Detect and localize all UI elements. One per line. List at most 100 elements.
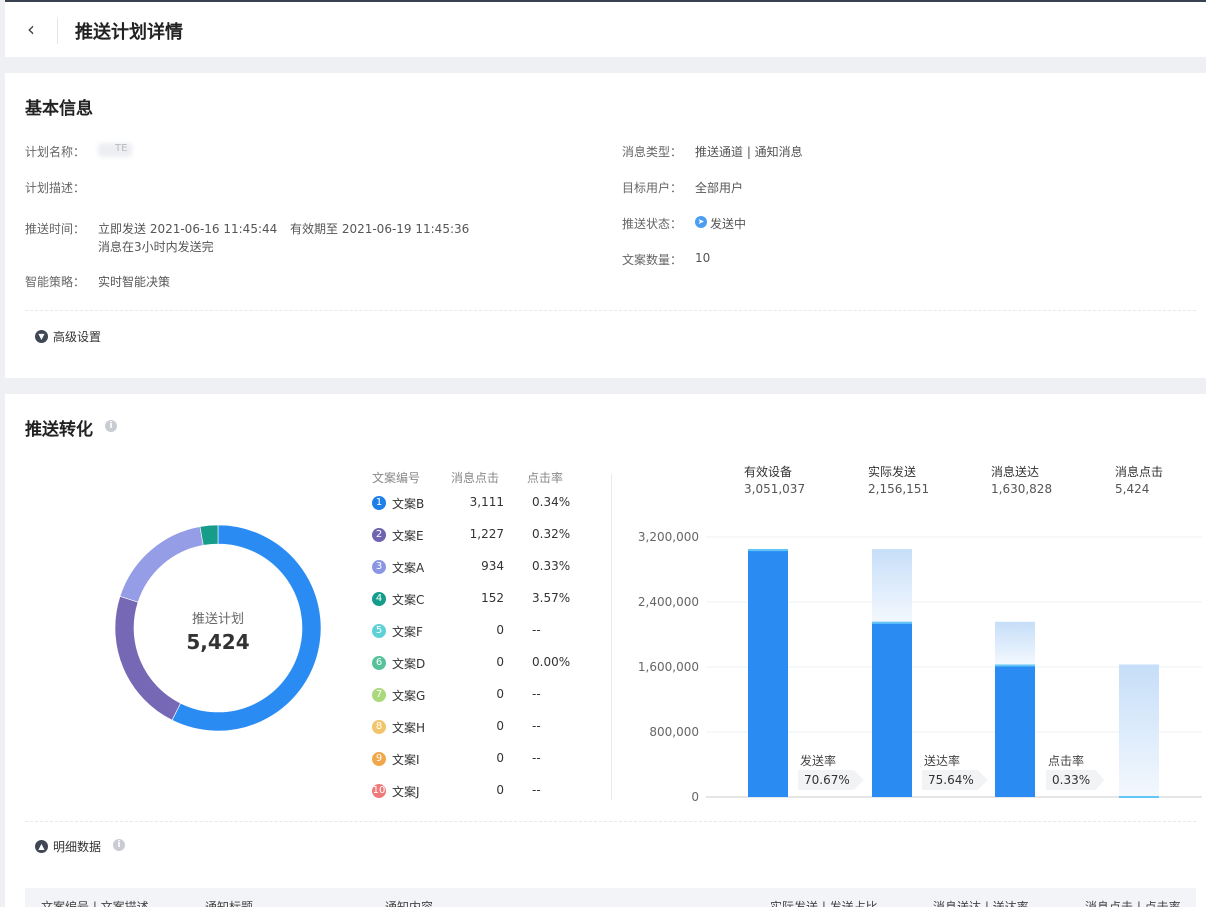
info-icon[interactable]: i [113,839,125,851]
rank-badge: 5 [372,624,386,638]
copy-ctr: -- [532,783,541,797]
copy-clicks: 0 [496,751,504,765]
header-divider [57,18,58,44]
copy-ctr: 0.00% [532,655,571,669]
bar-dropoff-消息送达 [995,621,1035,665]
col-clicks: 消息点击 [451,471,500,485]
rate-label: 发送率 [800,754,837,768]
copy-clicks: 0 [496,623,504,637]
copy-ctr: 0.34% [532,495,571,509]
copy-count-label: 文案数量： [622,253,683,267]
col-ctr: 点击率 [527,471,564,485]
table-row: 2 文案E 1,227 0.32% [372,526,572,546]
table-row: 6 文案D 0 0.00% [372,654,572,674]
stat-actual-sent-value: 2,156,151 [868,482,930,496]
send-duration-value: 消息在3小时内发送完 [98,240,214,254]
col-copy-no: 文案编号 [372,471,421,485]
stat-actual-sent-label: 实际发送 [868,465,917,479]
divider [25,310,1196,311]
copy-name: 文案G [392,689,426,703]
donut-slice-文案C[interactable] [199,524,219,546]
basic-info-card: 基本信息 计划名称： TE 计划描述： 推送时间： 立即发送 2021-06-1… [5,73,1206,378]
push-time-label: 推送时间： [25,222,86,236]
chevron-up-icon: ▲ [35,840,48,853]
copy-clicks: 0 [496,719,504,733]
y-tick-label: 800,000 [649,725,699,739]
y-tick-label: 2,400,000 [638,595,699,609]
copy-clicks: 3,111 [469,495,504,509]
copy-clicks: 0 [496,783,504,797]
rate-label: 送达率 [924,754,961,768]
bar-cap [995,664,1035,667]
detail-col-title: 通知标题 [205,900,254,907]
rank-badge: 4 [372,592,386,606]
bar-实际发送[interactable] [872,621,912,797]
copy-ctr: -- [532,751,541,765]
page-header: ‹ 推送计划详情 [5,0,1206,57]
info-icon[interactable]: i [105,420,117,432]
detail-col-delivered: 消息送达 | 送达率 [933,900,1029,907]
target-users-label: 目标用户： [622,181,683,195]
copy-clicks: 152 [481,591,504,605]
rank-badge: 3 [372,560,386,574]
donut-chart [114,524,322,732]
chevron-left-icon[interactable]: ‹ [27,18,43,40]
msg-type-value: 推送通道 | 通知消息 [695,145,803,159]
strategy-label: 智能策略： [25,275,86,289]
copy-name: 文案E [392,529,424,543]
detail-col-clicks: 消息点击 | 点击率 [1085,900,1181,907]
y-tick-label: 0 [691,790,699,804]
copy-ctr: -- [532,623,541,637]
table-row: 4 文案C 152 3.57% [372,590,572,610]
stat-valid-devices-value: 3,051,037 [744,482,806,496]
copy-ctr: -- [532,719,541,733]
detail-col-copy: 文案编号 | 文案描述 [41,900,149,907]
copy-ctr: 0.32% [532,527,571,541]
push-status-value: 发送中 [710,217,747,231]
funnel-bar-chart: 0 800,000 1,600,000 2,400,000 3,200,000 [638,530,1202,804]
msg-type-label: 消息类型： [622,145,683,159]
donut-slice-文案B[interactable] [171,524,322,732]
donut-center-total: 5,424 [186,630,250,654]
copy-ctr: 3.57% [532,591,571,605]
copy-name: 文案H [392,721,426,735]
bar-cap [748,549,788,552]
detail-data-toggle[interactable]: ▲ 明细数据 [35,838,101,855]
donut-slice-文案A[interactable] [119,526,204,603]
table-row: 3 文案A 934 0.33% [372,558,572,578]
status-sending-icon: ➤ [695,216,707,228]
rate-value-badge: 70.67% [798,770,864,790]
table-row: 9 文案I 0 -- [372,750,572,770]
basic-info-title: 基本信息 [25,99,93,119]
rank-badge: 10 [372,784,386,798]
copy-name: 文案I [392,753,420,767]
bar-cap [872,621,912,624]
advanced-settings-toggle[interactable]: ▼ 高级设置 [35,328,101,345]
stat-delivered-label: 消息送达 [991,465,1040,479]
copy-clicks: 0 [496,655,504,669]
target-users-value: 全部用户 [695,181,744,195]
bar-dropoff-消息点击 [1119,664,1159,797]
copy-name: 文案A [392,561,425,575]
table-row: 1 文案B 3,111 0.34% [372,494,572,514]
copy-clicks: 1,227 [469,527,504,541]
rank-badge: 2 [372,528,386,542]
rank-badge: 7 [372,688,386,702]
chevron-down-icon: ▼ [35,330,48,343]
bar-消息送达[interactable] [995,664,1035,797]
table-row: 5 文案F 0 -- [372,622,572,642]
rate-value-badge: 0.33% [1046,770,1105,790]
rank-badge: 1 [372,496,386,510]
copy-name: 文案J [392,785,420,799]
strategy-value: 实时智能决策 [98,275,171,289]
copy-name: 文案B [392,497,425,511]
copy-ctr: 0.33% [532,559,571,573]
copy-count-value: 10 [695,251,711,265]
rank-badge: 9 [372,752,386,766]
donut-center-label: 推送计划 [191,612,244,627]
y-tick-label: 3,200,000 [638,530,699,544]
bar-有效设备[interactable] [748,549,788,797]
copy-clicks: 934 [481,559,504,573]
valid-until-value: 有效期至 2021-06-19 11:45:36 [290,222,470,236]
rank-badge: 8 [372,720,386,734]
